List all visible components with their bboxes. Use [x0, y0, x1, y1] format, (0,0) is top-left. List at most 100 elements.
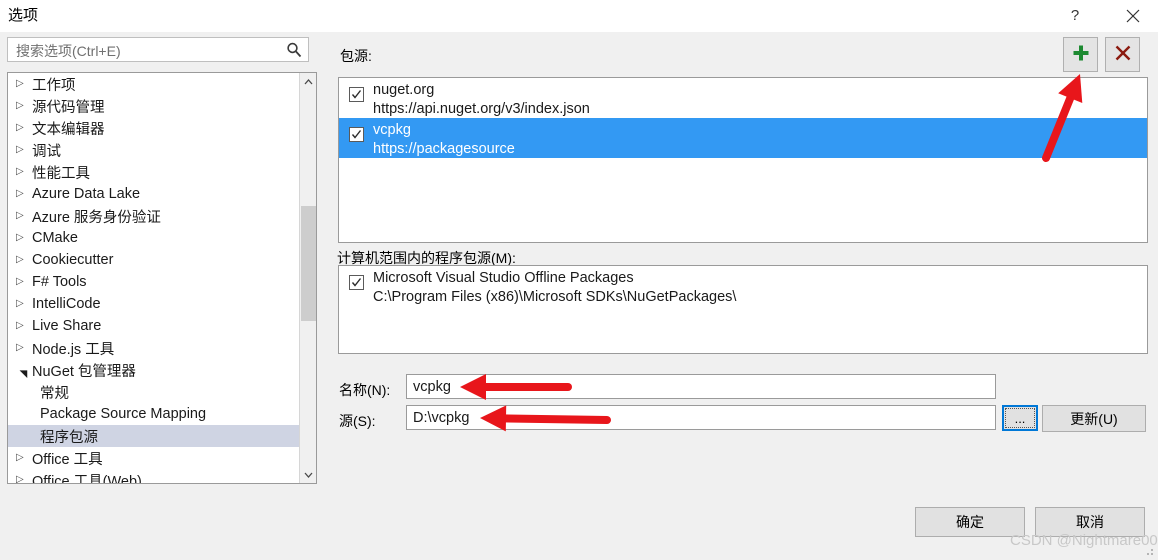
triangle-right-icon[interactable]: ▷ [16, 189, 32, 199]
options-tree-list: ▷ 工作项 ▷ 源代码管理 ▷ 文本编辑器 ▷ 调试 ▷ 性能工具 ▷ Azure Data Lake… [8, 73, 300, 483]
close-button[interactable] [1110, 0, 1156, 31]
triangle-right-icon[interactable]: ▷ [16, 167, 32, 177]
tree-item[interactable]: ▷ Azure Data Lake [8, 183, 300, 205]
update-button[interactable]: 更新(U) [1042, 405, 1146, 432]
source-name: vcpkg [373, 122, 411, 138]
tree-item-label: Package Source Mapping [40, 406, 207, 422]
page-title: 选项 [8, 7, 39, 24]
tree-item-label: CMake [32, 230, 78, 246]
tree-item-label: 调试 [32, 143, 61, 160]
chevron-down-icon[interactable] [300, 466, 316, 483]
name-field[interactable]: vcpkg [406, 374, 996, 399]
source-field-value: D:\vcpkg [413, 409, 470, 426]
tree-item[interactable]: 程序包源 [8, 425, 300, 447]
tree-item[interactable]: ▷ CMake [8, 227, 300, 249]
tree-item[interactable]: ▷ 调试 [8, 139, 300, 161]
tree-item-label: NuGet 包管理器 [32, 363, 136, 380]
tree-item[interactable]: ▷ Live Share [8, 315, 300, 337]
tree-item-label: Office 工具 [32, 451, 103, 468]
tree-item-label: Azure 服务身份验证 [32, 209, 161, 226]
source-field[interactable]: D:\vcpkg [406, 405, 996, 430]
triangle-right-icon[interactable]: ▷ [16, 343, 32, 353]
tree-item-label: 性能工具 [32, 165, 90, 182]
triangle-right-icon[interactable]: ▷ [16, 123, 32, 133]
machine-sources-list[interactable]: Microsoft Visual Studio Offline Packages… [338, 265, 1148, 354]
add-source-button[interactable] [1063, 37, 1098, 72]
tree-item-label: F# Tools [32, 274, 87, 290]
options-tree[interactable]: ▷ 工作项 ▷ 源代码管理 ▷ 文本编辑器 ▷ 调试 ▷ 性能工具 ▷ Azure Data Lake… [7, 72, 317, 484]
watermark: CSDN @Nightmare004 [1010, 532, 1158, 549]
package-sources-list[interactable]: nuget.org https://api.nuget.org/v3/index.… [338, 77, 1148, 243]
source-list-item[interactable]: Microsoft Visual Studio Offline Packages… [339, 266, 1147, 306]
options-dialog: 选项 ? 搜索选项(Ctrl+E) ▷ 工作项 ▷ 源代码管理 ▷ 文本编辑器 ▷ 调试 ▷ 性能… [0, 0, 1158, 559]
search-input[interactable]: 搜索选项(Ctrl+E) [7, 37, 309, 62]
triangle-right-icon[interactable]: ▷ [16, 255, 32, 265]
source-list-item[interactable]: nuget.org https://api.nuget.org/v3/index.… [339, 78, 1147, 118]
name-field-label: 名称(N): [339, 382, 391, 398]
source-checkbox[interactable] [349, 275, 364, 290]
ok-button-label: 确定 [956, 514, 984, 530]
search-placeholder: 搜索选项(Ctrl+E) [16, 43, 121, 59]
name-field-value: vcpkg [413, 378, 451, 395]
tree-item-label: Office 工具(Web) [32, 473, 142, 484]
triangle-right-icon[interactable]: ▷ [16, 321, 32, 331]
tree-item[interactable]: ▷ 源代码管理 [8, 95, 300, 117]
tree-item[interactable]: ▷ Azure 服务身份验证 [8, 205, 300, 227]
focus-rect [1005, 408, 1035, 428]
title-bar: 选项 ? [0, 0, 1158, 32]
tree-item[interactable]: ◢ NuGet 包管理器 [8, 359, 300, 381]
tree-item[interactable]: ▷ Cookiecutter [8, 249, 300, 271]
triangle-right-icon[interactable]: ▷ [16, 453, 32, 463]
triangle-right-icon[interactable]: ▷ [16, 475, 32, 484]
source-url: https://packagesource [373, 141, 515, 157]
tree-item-label: 工作项 [32, 77, 76, 94]
tree-item[interactable]: ▷ Office 工具(Web) [8, 469, 300, 484]
help-button[interactable]: ? [1052, 0, 1098, 31]
update-button-label: 更新(U) [1070, 410, 1118, 427]
tree-item-label: Azure Data Lake [32, 186, 141, 202]
chevron-up-icon[interactable] [300, 73, 316, 90]
tree-item-label: Cookiecutter [32, 252, 114, 268]
remove-source-button[interactable] [1105, 37, 1140, 72]
tree-item[interactable]: ▷ IntelliCode [8, 293, 300, 315]
ok-button[interactable]: 确定 [915, 507, 1025, 537]
tree-item-label: Node.js 工具 [32, 341, 115, 358]
tree-item[interactable]: Package Source Mapping [8, 403, 300, 425]
scrollbar-thumb[interactable] [301, 206, 316, 321]
tree-item[interactable]: ▷ Node.js 工具 [8, 337, 300, 359]
source-checkbox[interactable] [349, 87, 364, 102]
tree-item-label: 文本编辑器 [32, 121, 105, 138]
tree-scrollbar[interactable] [299, 73, 316, 483]
browse-button[interactable]: ... [1002, 405, 1038, 431]
source-name: Microsoft Visual Studio Offline Packages [373, 270, 634, 286]
question-mark-icon: ? [1070, 7, 1080, 24]
source-list-item[interactable]: vcpkg https://packagesource [339, 118, 1147, 158]
tree-item-label: 程序包源 [40, 429, 98, 446]
triangle-down-icon[interactable]: ◢ [18, 362, 29, 378]
tree-item[interactable]: ▷ 性能工具 [8, 161, 300, 183]
triangle-right-icon[interactable]: ▷ [16, 211, 32, 221]
tree-item[interactable]: ▷ 工作项 [8, 73, 300, 95]
triangle-right-icon[interactable]: ▷ [16, 79, 32, 89]
tree-item[interactable]: 常规 [8, 381, 300, 403]
plus-icon [1071, 43, 1091, 66]
triangle-right-icon[interactable]: ▷ [16, 233, 32, 243]
source-url: https://api.nuget.org/v3/index.json [373, 101, 590, 117]
tree-item[interactable]: ▷ 文本编辑器 [8, 117, 300, 139]
package-sources-label: 包源: [340, 48, 372, 64]
source-url: C:\Program Files (x86)\Microsoft SDKs\Nu… [373, 289, 737, 305]
tree-item-label: Live Share [32, 318, 102, 334]
x-icon [1113, 43, 1133, 66]
triangle-right-icon[interactable]: ▷ [16, 101, 32, 111]
triangle-right-icon[interactable]: ▷ [16, 277, 32, 287]
source-name: nuget.org [373, 82, 435, 98]
tree-item[interactable]: ▷ Office 工具 [8, 447, 300, 469]
triangle-right-icon[interactable]: ▷ [16, 145, 32, 155]
source-checkbox[interactable] [349, 127, 364, 142]
triangle-right-icon[interactable]: ▷ [16, 299, 32, 309]
resize-grip-icon[interactable] [1143, 544, 1155, 556]
tree-item[interactable]: ▷ F# Tools [8, 271, 300, 293]
source-field-label: 源(S): [339, 413, 376, 429]
tree-item-label: 常规 [40, 385, 69, 402]
search-icon[interactable] [285, 41, 303, 59]
